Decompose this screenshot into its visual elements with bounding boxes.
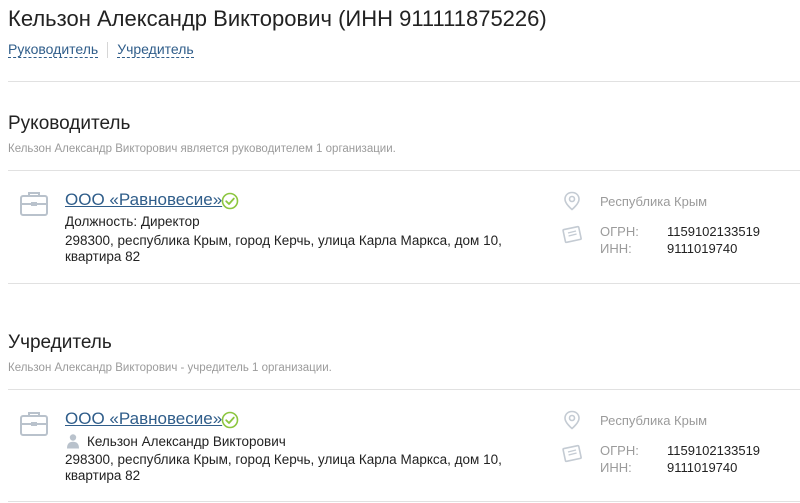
check-circle-icon bbox=[221, 192, 239, 210]
briefcase-icon bbox=[20, 192, 48, 216]
inn-label: ИНН: bbox=[600, 460, 632, 475]
address-line-2: квартира 82 bbox=[65, 468, 141, 483]
map-pin-icon bbox=[564, 191, 580, 211]
region-text: Республика Крым bbox=[600, 413, 708, 428]
person-line: Кельзон Александр Викторович bbox=[65, 433, 286, 449]
region-text: Республика Крым bbox=[600, 194, 708, 209]
check-circle-icon bbox=[221, 411, 239, 429]
inn-label: ИНН: bbox=[600, 241, 632, 256]
address-line-2: квартира 82 bbox=[65, 249, 141, 264]
document-icon bbox=[562, 444, 582, 463]
page-title: Кельзон Александр Викторович (ИНН 911111… bbox=[8, 6, 547, 31]
address-line-1: 298300, республика Крым, город Керчь, ул… bbox=[65, 452, 502, 467]
map-pin-icon bbox=[564, 410, 580, 430]
inn-value: 9111019740 bbox=[667, 460, 738, 475]
document-icon bbox=[562, 225, 582, 244]
inn-value: 9111019740 bbox=[667, 241, 738, 256]
section-subtitle-director: Кельзон Александр Викторович является ру… bbox=[8, 143, 396, 155]
section-title-director: Руководитель bbox=[8, 113, 131, 134]
tab-divider bbox=[107, 42, 109, 58]
person-name[interactable]: Кельзон Александр Викторович bbox=[87, 434, 286, 449]
divider bbox=[8, 81, 800, 82]
briefcase-icon bbox=[20, 412, 48, 436]
section-title-founder: Учредитель bbox=[8, 332, 112, 353]
divider bbox=[8, 283, 800, 284]
ogrn-value: 1159102133519 bbox=[667, 224, 761, 239]
tab-director[interactable]: Руководитель bbox=[8, 42, 99, 58]
ogrn-value: 1159102133519 bbox=[667, 443, 761, 458]
section-subtitle-founder: Кельзон Александр Викторович - учредител… bbox=[8, 362, 332, 374]
tab-founder[interactable]: Учредитель bbox=[117, 42, 194, 58]
org-link[interactable]: ООО «Равновесие» bbox=[65, 190, 222, 210]
ogrn-label: ОГРН: bbox=[600, 224, 639, 239]
ogrn-label: ОГРН: bbox=[600, 443, 639, 458]
section-tabs: Руководитель Учредитель bbox=[8, 42, 194, 58]
divider bbox=[8, 389, 800, 390]
address-line-1: 298300, республика Крым, город Керчь, ул… bbox=[65, 233, 502, 248]
position-text: Должность: Директор bbox=[65, 214, 200, 229]
divider bbox=[8, 501, 800, 502]
divider bbox=[8, 170, 800, 171]
person-icon bbox=[67, 434, 79, 449]
org-link[interactable]: ООО «Равновесие» bbox=[65, 409, 222, 429]
